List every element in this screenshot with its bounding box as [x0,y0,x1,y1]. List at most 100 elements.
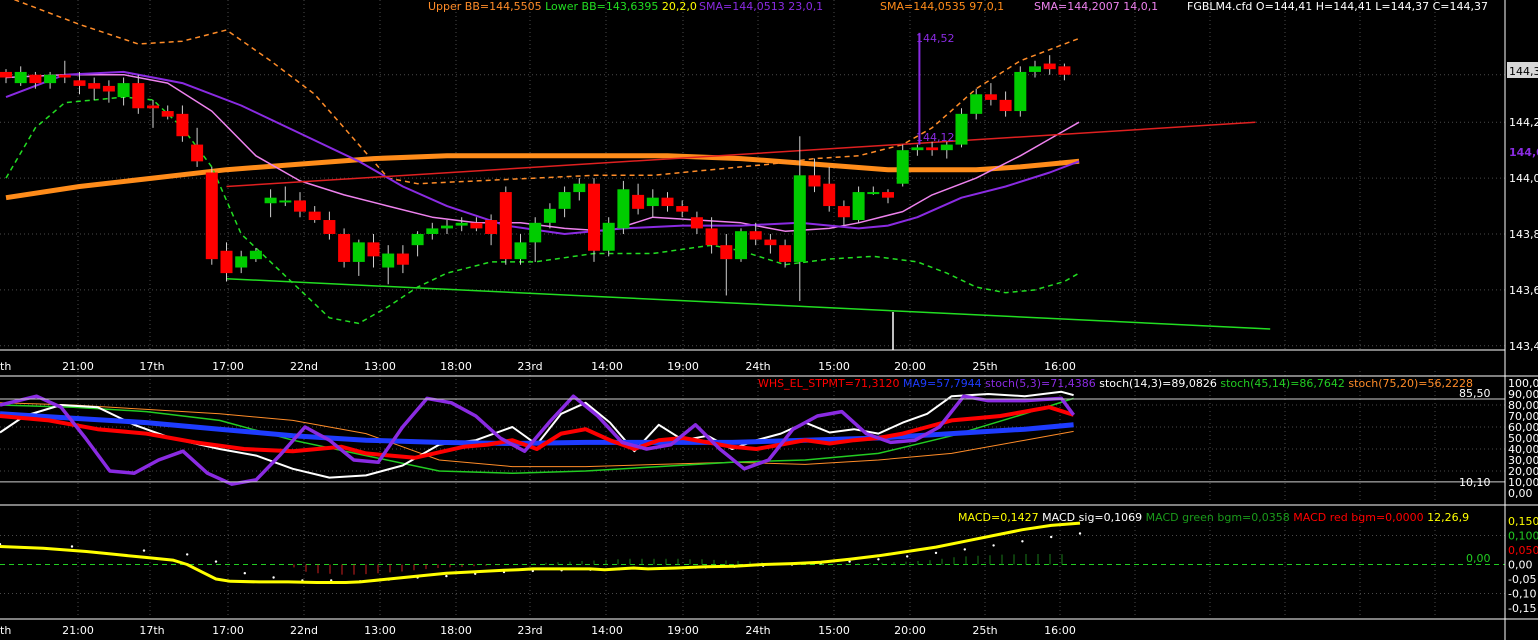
time-axis-tick: th [0,360,11,373]
candle-down [882,192,894,198]
sma97-legend: SMA=144,0535 97,0,1 [880,0,1004,13]
macd-axis-tick: 0,00 [1508,559,1533,572]
candle-down [1058,66,1071,75]
candle-down [0,71,12,78]
candle-up [279,200,292,203]
sma23-legend: SMA=144,0513 23,0,1 [699,0,823,13]
macd-signal-dot [70,545,74,548]
macd-signal-dot [992,544,995,547]
candle-up [896,150,909,184]
stoch-axis-tick: 0,00 [1508,487,1533,500]
time-axis-tick: 18:00 [440,624,472,637]
candle-down [690,217,703,229]
legend-entry: Upper BB=144,5505 [428,0,542,13]
time-axis-tick: 13:00 [364,360,396,373]
legend-entry: MA9=57,7944 [899,377,981,390]
macd-axis-tick: -0,15 [1508,602,1536,615]
time-axis-tick: 19:00 [667,360,699,373]
candle-up [602,222,615,251]
stoch-lower-level-label: 10,10 [1459,476,1491,489]
macd-signal-dot [142,549,146,552]
candle-down [808,175,821,187]
macd-signal-dot [243,572,246,575]
candle-up [455,222,468,226]
time-axis-tick: 23rd [517,360,542,373]
candle-up [514,242,527,260]
candle-up [1014,71,1027,112]
legend-entry: stoch(5,3)=71,4386 [982,377,1096,390]
time-axis-tick: th [0,624,11,637]
candle-up [352,242,365,262]
time-axis-tick: 24th [745,624,770,637]
last-price-tag: 144,3 [1509,65,1538,78]
candle-down [1043,63,1056,70]
legend-entry: MACD sig=0,1069 [1039,511,1142,524]
price-axis-tick: 143,4 [1509,340,1538,353]
candle-down [29,74,42,84]
candle-down [132,83,145,109]
legend-entry: stoch(45,14)=86,7642 [1217,377,1345,390]
candle-up [793,175,806,262]
time-axis-tick: 15:00 [818,624,850,637]
candle-down [396,253,409,265]
candle-up [543,208,556,223]
candle-down [588,183,600,251]
candle-down [191,144,204,162]
trading-chart[interactable]: 144,52 144,12 85,50 10,10 0,00 144,2144,… [0,0,1538,640]
macd-signal-dot [1021,540,1024,543]
candle-up [911,147,924,151]
time-axis-tick: 24th [745,360,770,373]
candle-up [955,113,968,145]
legend-entry: MACD green bgm=0,0358 [1142,511,1290,524]
candle-down [308,211,321,221]
time-axis-tick: 15:00 [818,360,850,373]
candle-down [323,220,336,234]
time-axis-tick: 21:00 [62,624,94,637]
legend-entry: 20,2,0 [658,0,696,13]
candle-down [984,94,997,100]
time-axis-tick: 14:00 [591,360,623,373]
candle-down [147,105,159,109]
candle-down [470,222,483,229]
legend-entry: stoch(14,3)=89,0826 [1096,377,1217,390]
time-axis-tick: 17th [139,360,164,373]
time-axis-tick: 25th [972,624,997,637]
candle-down [720,245,733,260]
candle-up [867,192,880,195]
macd-signal-dot [877,558,880,561]
macd-signal-dot [445,574,448,578]
macd-signal-dot [272,576,275,579]
candle-up [264,197,277,204]
candle-down [823,183,836,207]
candle-down [161,111,174,117]
legend-entry: Lower BB=143,6395 [542,0,659,13]
bollinger-legend: Upper BB=144,5505 Lower BB=143,6395 20,2… [428,0,697,13]
candle-up [14,71,27,84]
candle-up [44,74,57,84]
time-axis-tick: 17:00 [212,360,244,373]
candle-up [735,231,747,260]
candle-down [220,250,233,274]
candle-up [529,222,542,243]
macd-axis-tick: 0,150 [1508,515,1538,528]
candle-up [940,144,953,151]
candle-up [441,225,453,229]
macd-signal-dot [934,551,938,555]
macd-zero-level-label: 0,00 [1466,552,1491,565]
macd-signal-dot [186,553,189,556]
time-axis-tick: 19:00 [667,624,699,637]
candle-down [926,147,939,151]
macd-axis-tick: 0,050 [1508,544,1538,557]
candle-down [632,194,645,209]
candle-up [1029,66,1041,72]
candle-down [102,85,115,92]
candle-up [426,228,439,234]
time-axis-tick: 20:00 [894,624,926,637]
legend-entry: MACD=0,1427 [958,511,1039,524]
ohlc-legend: FGBLM4.cfd O=144,41 H=144,41 L=144,37 C=… [1187,0,1488,13]
macd-legend: MACD=0,1427 MACD sig=0,1069 MACD green b… [958,511,1469,524]
candle-down [749,231,762,240]
candle-down [837,206,850,218]
candle-down [338,233,351,262]
time-axis-tick: 20:00 [894,360,926,373]
